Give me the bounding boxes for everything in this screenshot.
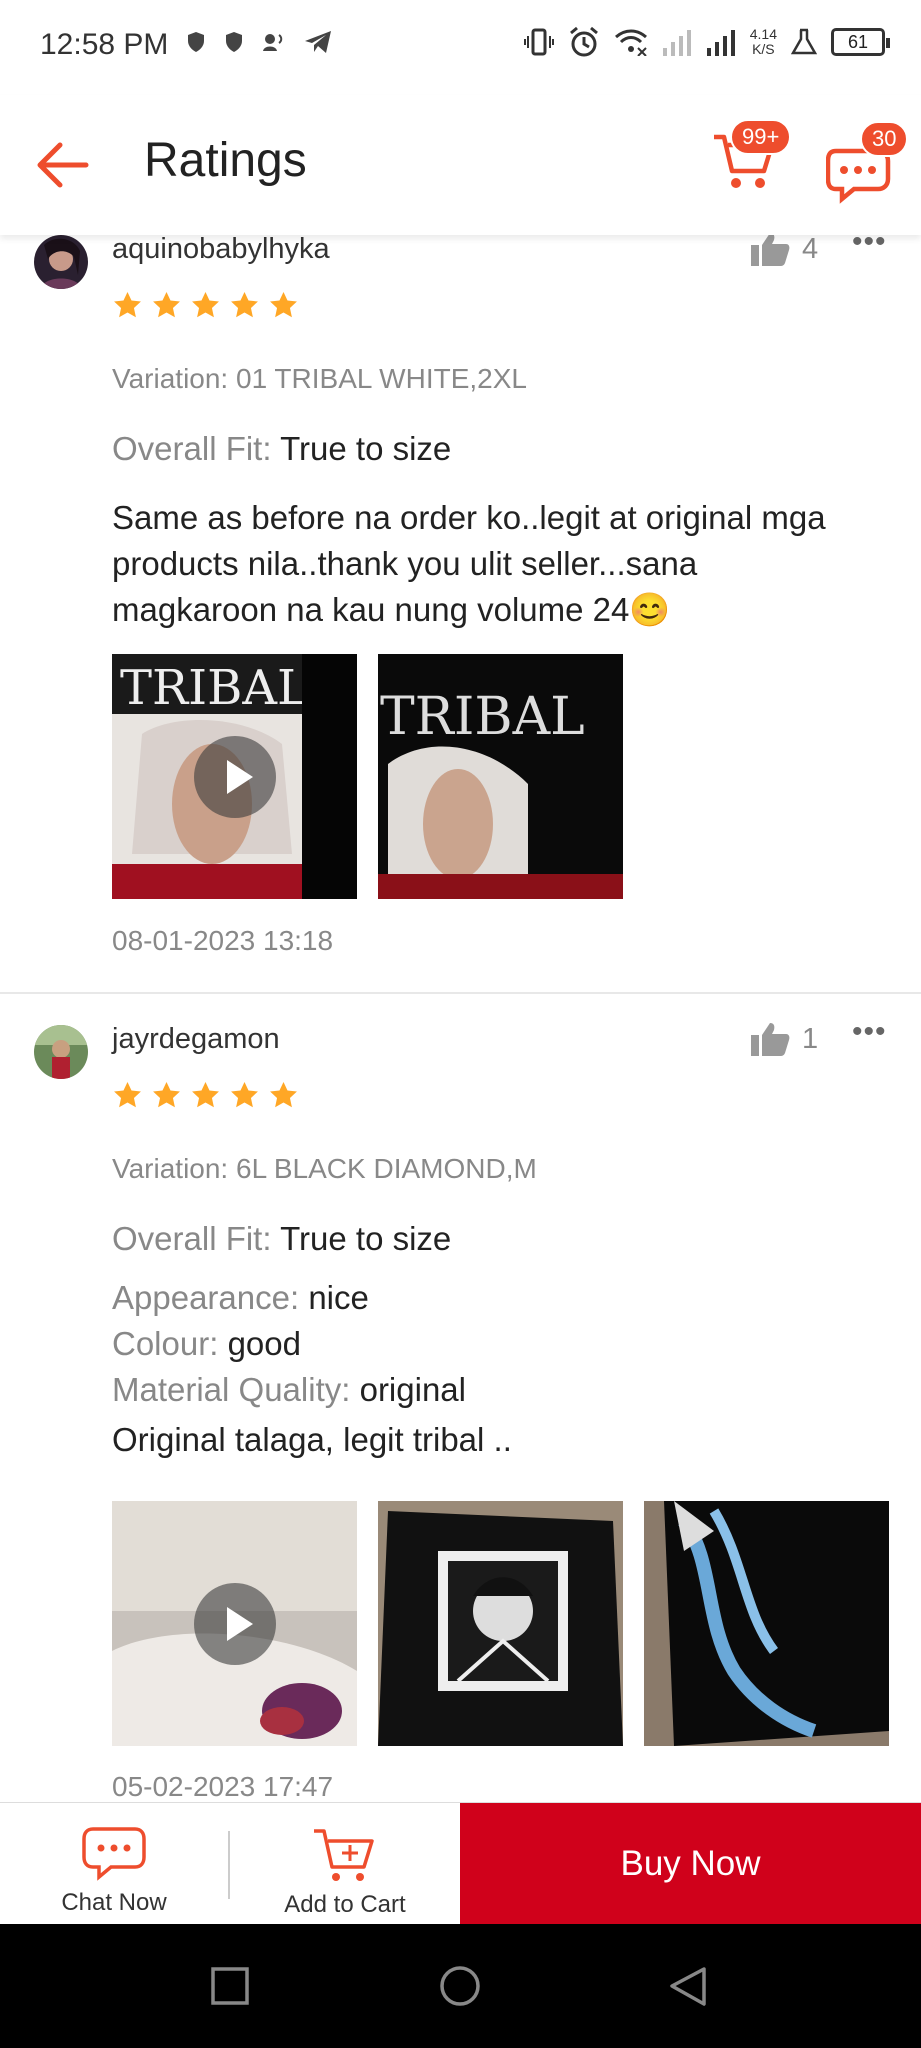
review-comment: Original talaga, legit tribal .. — [112, 1421, 512, 1458]
like-count: 1 — [802, 1022, 819, 1055]
system-nav-bar — [0, 1924, 921, 2048]
contact-icon — [263, 34, 283, 51]
shield-icon — [226, 32, 242, 52]
like-button[interactable]: 1 — [750, 1021, 818, 1057]
variation-text: Variation: 6L BLACK DIAMOND,M — [112, 1153, 537, 1184]
reviewer-name: aquinobabylhyka — [112, 235, 330, 265]
status-time: 12:58 PM — [40, 28, 169, 61]
review-video-thumbnail[interactable]: TRIBAL — [112, 654, 357, 899]
reviewer-name: jayrdegamon — [112, 1023, 280, 1055]
review-comment: Same as before na order ko..legit at ori… — [112, 499, 826, 628]
avatar[interactable] — [34, 235, 88, 289]
star-icon — [114, 1081, 141, 1108]
more-options-icon[interactable]: ••• — [852, 235, 887, 259]
avatar[interactable] — [34, 1025, 88, 1079]
star-icon — [231, 1081, 258, 1108]
review-video-thumbnail[interactable] — [112, 1501, 357, 1746]
more-options-icon[interactable]: ••• — [852, 1015, 887, 1049]
review-item: aquinobabylhyka 4 ••• Variation: 01 TRIB… — [0, 235, 921, 995]
play-icon[interactable] — [194, 1583, 276, 1665]
star-icon — [270, 1081, 297, 1108]
status-bar: 12:58 PM 4.14 K/S 61 — [0, 0, 921, 95]
back-arrow-icon[interactable] — [32, 135, 92, 195]
signal-icon — [706, 30, 735, 56]
review-item: jayrdegamon 1 ••• Variation: 6L BLACK DI… — [0, 1015, 921, 1802]
like-button[interactable]: 4 — [750, 235, 818, 267]
review-date: 08-01-2023 13:18 — [112, 925, 334, 956]
battery-indicator: 61 — [831, 28, 890, 56]
alarm-icon — [569, 26, 598, 57]
ratings-list[interactable]: aquinobabylhyka 4 ••• Variation: 01 TRIB… — [0, 235, 921, 1802]
appearance-attribute: Appearance: nice — [112, 1279, 369, 1316]
add-to-cart-button[interactable]: Add to Cart — [230, 1803, 460, 1925]
star-icon — [114, 291, 141, 318]
star-icon — [192, 291, 219, 318]
status-system-icons: 4.14 K/S 61 — [523, 26, 890, 58]
thumbs-up-icon — [751, 1023, 790, 1056]
recent-apps-icon[interactable] — [210, 1966, 250, 2006]
home-icon[interactable] — [438, 1966, 482, 2010]
star-icon — [153, 1081, 180, 1108]
svg-text:TRIBAL: TRIBAL — [120, 660, 309, 716]
chat-now-button[interactable]: Chat Now — [0, 1803, 228, 1925]
review-date: 05-02-2023 17:47 — [112, 1771, 334, 1802]
review-image-thumbnail[interactable] — [378, 1501, 623, 1746]
star-icon — [270, 291, 297, 318]
variation-text: Variation: 01 TRIBAL WHITE,2XL — [112, 363, 527, 394]
star-icon — [231, 291, 258, 318]
buy-now-button[interactable]: Buy Now — [460, 1803, 921, 1925]
star-icon — [153, 291, 180, 318]
review-image-thumbnail[interactable] — [644, 1501, 889, 1746]
like-count: 4 — [802, 235, 819, 265]
svg-text:TRIBAL: TRIBAL — [380, 687, 585, 747]
colour-attribute: Colour: good — [112, 1325, 301, 1362]
star-icon — [192, 1081, 219, 1108]
wifi-icon — [614, 29, 647, 56]
telegram-icon — [305, 31, 331, 53]
overall-fit: Overall Fit: True to size — [112, 430, 452, 467]
signal-icon — [662, 30, 691, 56]
page-title: Ratings — [144, 134, 307, 187]
network-speed: 4.14 K/S — [749, 26, 777, 57]
review-image-thumbnail[interactable]: TRIBAL — [378, 654, 623, 899]
review-divider — [0, 992, 921, 994]
cart-badge: 99+ — [730, 119, 792, 155]
play-icon[interactable] — [194, 736, 276, 818]
chat-icon — [82, 1827, 146, 1881]
star-rating — [112, 1080, 299, 1111]
vibrate-icon — [523, 28, 554, 56]
chat-badge: 30 — [860, 121, 909, 157]
flask-icon — [791, 28, 817, 55]
thumbs-up-icon — [751, 235, 790, 266]
material-quality-attribute: Material Quality: original — [112, 1371, 466, 1408]
add-cart-icon — [314, 1829, 374, 1881]
status-notification-icons — [186, 30, 332, 54]
overall-fit: Overall Fit: True to size — [112, 1220, 452, 1257]
app-bar: Ratings 99+ 30 — [0, 95, 921, 235]
bottom-action-bar: Chat Now Add to Cart Buy Now — [0, 1802, 921, 1925]
back-triangle-icon[interactable] — [668, 1966, 708, 2008]
shield-icon — [188, 32, 204, 52]
star-rating — [112, 290, 299, 321]
